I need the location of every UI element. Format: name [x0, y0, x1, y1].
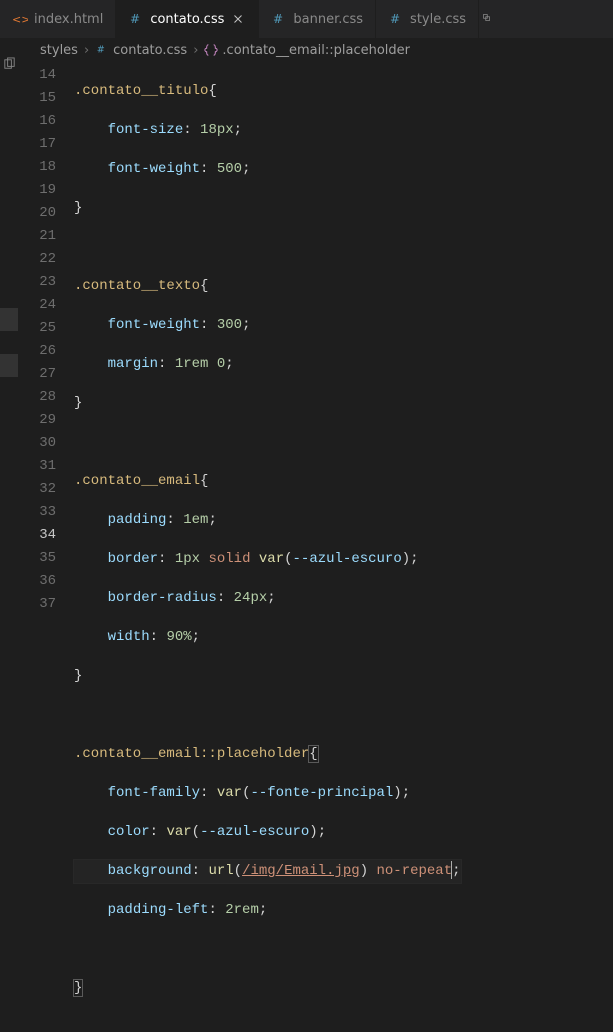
tab-index-html[interactable]: <> index.html — [0, 0, 116, 38]
tab-label: style.css — [410, 12, 466, 27]
code-line: padding: 1em; — [74, 509, 461, 532]
css-file-icon: # — [271, 11, 287, 27]
code-editor[interactable]: 14 15 16 17 18 19 20 21 22 23 24 25 26 2… — [0, 62, 613, 689]
gutter-marker — [0, 308, 18, 331]
breadcrumb-folder-label: styles — [40, 43, 78, 58]
code-line — [74, 431, 461, 454]
line-number: 20 — [20, 202, 56, 225]
line-number: 34 — [20, 524, 56, 547]
code-area[interactable]: .contato__titulo{ font-size: 18px; font-… — [74, 62, 461, 689]
code-line: color: var(--azul-escuro); — [74, 821, 461, 844]
breadcrumb-folder[interactable]: styles — [40, 43, 78, 58]
line-number: 14 — [20, 64, 56, 87]
breadcrumb-file-label: contato.css — [113, 43, 187, 58]
css-file-icon: # — [128, 11, 144, 27]
line-number: 24 — [20, 294, 56, 317]
line-number: 28 — [20, 386, 56, 409]
line-number: 30 — [20, 432, 56, 455]
line-number: 35 — [20, 547, 56, 570]
tab-label: banner.css — [293, 12, 363, 27]
code-line: font-size: 18px; — [74, 119, 461, 142]
code-line: font-weight: 500; — [74, 158, 461, 181]
symbol-icon — [204, 43, 218, 57]
code-line: font-family: var(--fonte-principal); — [74, 782, 461, 805]
code-line: font-weight: 300; — [74, 314, 461, 337]
code-line: .contato__email{ — [74, 470, 461, 493]
code-line: padding-left: 2rem; — [74, 899, 461, 922]
line-number: 33 — [20, 501, 56, 524]
line-number: 15 — [20, 87, 56, 110]
breadcrumb-symbol-label: .contato__email::placeholder — [222, 43, 410, 58]
code-line: .contato__texto{ — [74, 275, 461, 298]
code-line — [74, 236, 461, 259]
line-number: 29 — [20, 409, 56, 432]
line-number: 21 — [20, 225, 56, 248]
tab-style-css[interactable]: # style.css — [376, 0, 479, 38]
breadcrumb: styles › # contato.css › .contato__email… — [0, 38, 613, 62]
line-number: 31 — [20, 455, 56, 478]
editor-tabs: <> index.html # contato.css # banner.css… — [0, 0, 613, 38]
left-gutter — [0, 62, 20, 689]
tab-contato-css[interactable]: # contato.css — [116, 0, 259, 38]
breadcrumb-file[interactable]: # contato.css — [95, 43, 187, 58]
code-line: } — [74, 392, 461, 415]
css-file-icon: # — [388, 11, 404, 27]
line-number: 17 — [20, 133, 56, 156]
line-number: 36 — [20, 570, 56, 593]
line-number: 27 — [20, 363, 56, 386]
code-line: border-radius: 24px; — [74, 587, 461, 610]
html-file-icon: <> — [12, 11, 28, 27]
svg-text:#: # — [130, 12, 140, 26]
css-file-icon: # — [95, 43, 109, 57]
tab-banner-css[interactable]: # banner.css — [259, 0, 376, 38]
line-number: 37 — [20, 593, 56, 616]
line-number: 32 — [20, 478, 56, 501]
svg-text:#: # — [97, 45, 105, 56]
code-line: width: 90%; — [74, 626, 461, 649]
line-number: 16 — [20, 110, 56, 133]
line-number: 22 — [20, 248, 56, 271]
code-line: } — [74, 665, 461, 688]
code-line: margin: 1rem 0; — [74, 353, 461, 376]
close-icon[interactable] — [230, 11, 246, 27]
copy-icon[interactable] — [2, 57, 17, 77]
tab-label: contato.css — [150, 12, 224, 27]
code-line: border: 1px solid var(--azul-escuro); — [74, 548, 461, 571]
tabs-overflow[interactable] — [479, 0, 497, 38]
code-line: } — [74, 197, 461, 220]
code-line — [74, 704, 461, 727]
gutter-marker — [0, 354, 18, 377]
svg-text:#: # — [273, 12, 283, 26]
chevron-right-icon: › — [193, 43, 198, 58]
code-line: } — [74, 977, 461, 1000]
svg-text:<>: <> — [12, 13, 28, 26]
tab-label: index.html — [34, 12, 103, 27]
svg-text:#: # — [390, 12, 400, 26]
line-number: 25 — [20, 317, 56, 340]
line-number: 26 — [20, 340, 56, 363]
chevron-right-icon: › — [84, 43, 89, 58]
line-number: 23 — [20, 271, 56, 294]
code-line: .contato__email::placeholder{ — [74, 743, 461, 766]
line-number: 19 — [20, 179, 56, 202]
code-line-current: background: url(/img/Email.jpg) no-repea… — [74, 860, 461, 883]
breadcrumb-symbol[interactable]: .contato__email::placeholder — [204, 43, 410, 58]
code-line: .contato__titulo{ — [74, 80, 461, 103]
code-line — [74, 938, 461, 961]
line-number: 18 — [20, 156, 56, 179]
line-numbers: 14 15 16 17 18 19 20 21 22 23 24 25 26 2… — [20, 62, 74, 689]
